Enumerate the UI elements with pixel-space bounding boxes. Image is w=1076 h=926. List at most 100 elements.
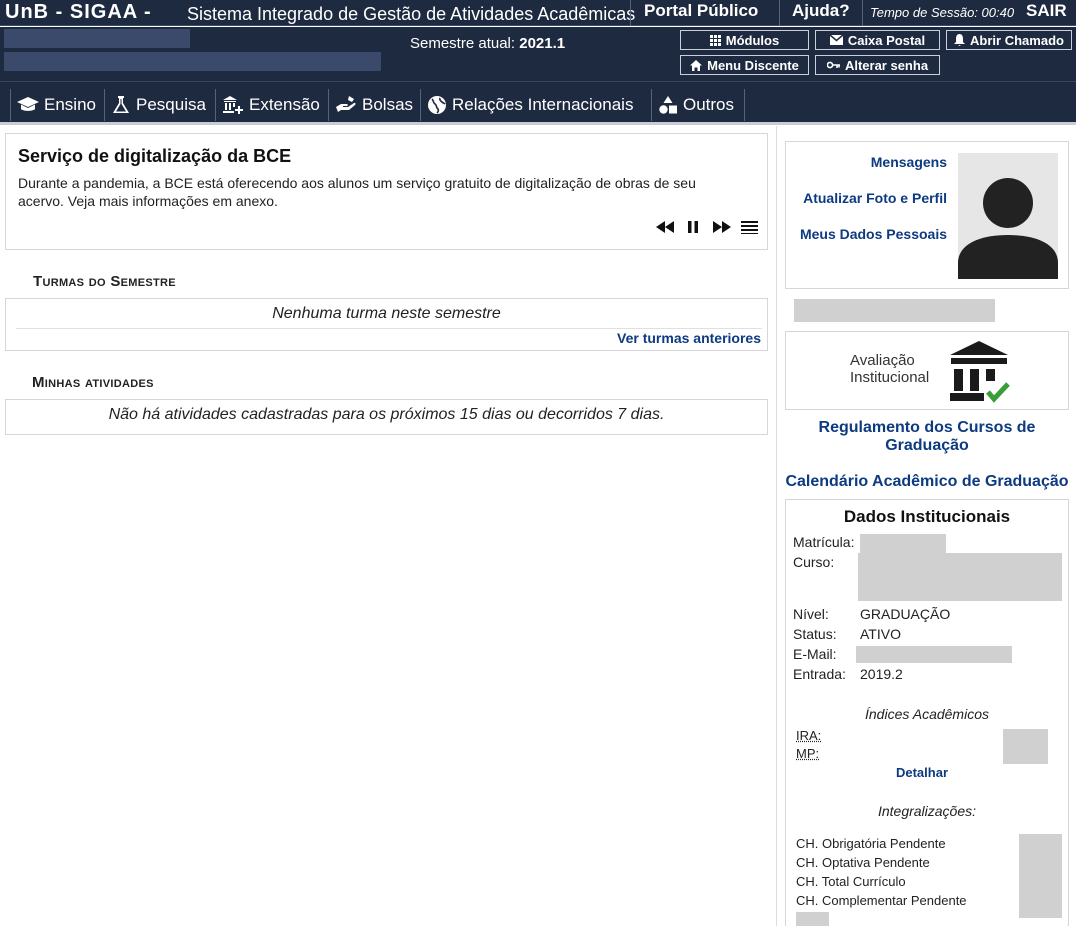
turmas-section-title: Turmas do Semestre: [33, 273, 176, 290]
avaliacao-line2: Institucional: [850, 369, 930, 386]
redacted-extra: [796, 912, 829, 926]
institution-check-icon: [950, 341, 1010, 403]
status-label: Status:: [793, 626, 837, 642]
menu-label: Extensão: [249, 95, 320, 114]
news-title: Serviço de digitalização da BCE: [18, 146, 292, 166]
redacted-email: [856, 646, 1012, 663]
bell-icon: [954, 34, 966, 46]
ver-turmas-anteriores-link[interactable]: Ver turmas anteriores: [617, 330, 761, 346]
graduation-cap-icon: [17, 97, 39, 111]
envelope-icon: [829, 35, 843, 45]
ch-total-label: CH. Total Currículo: [796, 874, 906, 889]
redacted-matricula: [860, 534, 946, 553]
portal-publico-link[interactable]: Portal Público: [644, 1, 758, 21]
indices-title: Índices Acadêmicos: [865, 706, 989, 722]
news-panel: Serviço de digitalização da BCE Durante …: [5, 133, 768, 250]
menu-item-relacoes-internacionais[interactable]: Relações Internacionais: [420, 89, 633, 121]
fast-forward-icon[interactable]: [712, 220, 732, 234]
menu-label: Outros: [683, 95, 735, 114]
redacted-user-name: [4, 29, 190, 48]
nivel-label: Nível:: [793, 606, 829, 622]
modulos-button[interactable]: Módulos: [680, 30, 809, 50]
mensagens-link[interactable]: Mensagens: [871, 154, 947, 170]
semester-label: Semestre atual:: [410, 35, 516, 52]
flask-icon: [113, 96, 129, 113]
integralizacoes-title: Integralizações:: [877, 803, 977, 819]
caixa-postal-button[interactable]: Caixa Postal: [815, 30, 940, 50]
turmas-panel: Nenhuma turma neste semestre Ver turmas …: [5, 298, 768, 351]
list-icon[interactable]: [741, 220, 758, 234]
caixa-postal-label: Caixa Postal: [847, 32, 926, 48]
divider: [779, 0, 780, 26]
redacted-name-bar: [794, 299, 995, 322]
menu-label: Relações Internacionais: [452, 95, 634, 114]
column-divider: [776, 126, 777, 926]
logout-link[interactable]: SAIR: [1026, 1, 1067, 21]
menu-discente-label: Menu Discente: [707, 57, 799, 73]
current-semester: Semestre atual: 2021.1: [410, 35, 565, 52]
menu-item-pesquisa[interactable]: Pesquisa: [104, 89, 206, 121]
redacted-indices: [1003, 729, 1048, 764]
entrada-value: 2019.2: [860, 666, 903, 682]
user-info-strip: Semestre atual: 2021.1 Módulos Caixa Pos…: [0, 27, 1076, 81]
calendario-academico-link[interactable]: Calendário Acadêmico de Graduação: [785, 473, 1069, 491]
turmas-empty-message: Nenhuma turma neste semestre: [272, 305, 501, 322]
regulamento-link[interactable]: Regulamento dos Cursos de Graduação: [785, 419, 1069, 455]
meus-dados-pessoais-link[interactable]: Meus Dados Pessoais: [800, 226, 947, 242]
shapes-icon: [659, 96, 677, 114]
semester-value: 2021.1: [519, 35, 566, 52]
user-silhouette-icon: [958, 178, 1058, 279]
dados-title: Dados Institucionais: [843, 507, 1011, 526]
detalhar-link[interactable]: Detalhar: [786, 765, 1058, 780]
key-icon: [826, 61, 840, 69]
avaliacao-institucional-banner[interactable]: Avaliação Institucional: [785, 331, 1069, 410]
session-timer: Tempo de Sessão: 00:40: [870, 5, 1015, 20]
divider: [630, 0, 631, 26]
help-link[interactable]: Ajuda?: [792, 1, 850, 21]
menu-item-extensao[interactable]: Extensão: [215, 89, 320, 121]
hand-coin-icon: [336, 96, 356, 112]
matricula-label: Matrícula:: [793, 534, 855, 550]
brand-logo: UnB - SIGAA -: [5, 1, 152, 23]
home-icon: [690, 59, 703, 71]
system-name: Sistema Integrado de Gestão de Atividade…: [187, 4, 636, 24]
menu-item-ensino[interactable]: Ensino: [10, 89, 96, 121]
regulamento-line1: Regulamento dos Cursos de: [818, 419, 1036, 436]
ch-complementar-label: CH. Complementar Pendente: [796, 893, 967, 908]
abrir-chamado-button[interactable]: Abrir Chamado: [946, 30, 1072, 50]
news-body: Durante a pandemia, a BCE está oferecend…: [18, 175, 696, 209]
main-menu: Ensino Pesquisa Extensão Bolsas Relações…: [0, 81, 1076, 125]
grid-icon: [709, 34, 721, 46]
pause-icon[interactable]: [686, 220, 700, 234]
redacted-user-course: [4, 52, 381, 71]
dados-institucionais-panel: Dados Institucionais Matrícula: Curso: N…: [785, 499, 1069, 926]
nivel-value: GRADUAÇÃO: [860, 606, 951, 622]
regulamento-line2: Graduação: [885, 437, 969, 454]
abrir-chamado-label: Abrir Chamado: [970, 32, 1064, 48]
atividades-empty-message: Não há atividades cadastradas para os pr…: [108, 406, 665, 423]
entrada-label: Entrada:: [793, 666, 846, 682]
ch-obrigatoria-label: CH. Obrigatória Pendente: [796, 836, 946, 851]
top-bar: UnB - SIGAA - Sistema Integrado de Gestã…: [0, 0, 1076, 26]
divider: [16, 328, 762, 329]
ch-optativa-label: CH. Optativa Pendente: [796, 855, 930, 870]
avaliacao-text: Avaliação Institucional: [850, 352, 929, 386]
divider: [862, 0, 863, 26]
redacted-integralizacoes: [1019, 834, 1062, 918]
rewind-icon[interactable]: [655, 220, 675, 234]
status-value: ATIVO: [860, 626, 901, 642]
menu-discente-button[interactable]: Menu Discente: [680, 55, 809, 75]
menu-item-outros[interactable]: Outros: [651, 89, 746, 121]
avatar[interactable]: [958, 153, 1058, 279]
alterar-senha-button[interactable]: Alterar senha: [815, 55, 940, 75]
building-plus-icon: [223, 96, 243, 114]
globe-icon: [428, 96, 446, 114]
mp-label: MP:: [796, 746, 820, 761]
avaliacao-line1: Avaliação: [850, 352, 915, 369]
redacted-curso: [858, 553, 1062, 601]
atividades-panel: Não há atividades cadastradas para os pr…: [5, 399, 768, 435]
atividades-section-title: Minhas atividades: [32, 374, 154, 391]
menu-item-bolsas[interactable]: Bolsas: [328, 89, 413, 121]
atualizar-foto-link[interactable]: Atualizar Foto e Perfil: [803, 190, 947, 206]
ira-label: IRA:: [796, 728, 822, 743]
